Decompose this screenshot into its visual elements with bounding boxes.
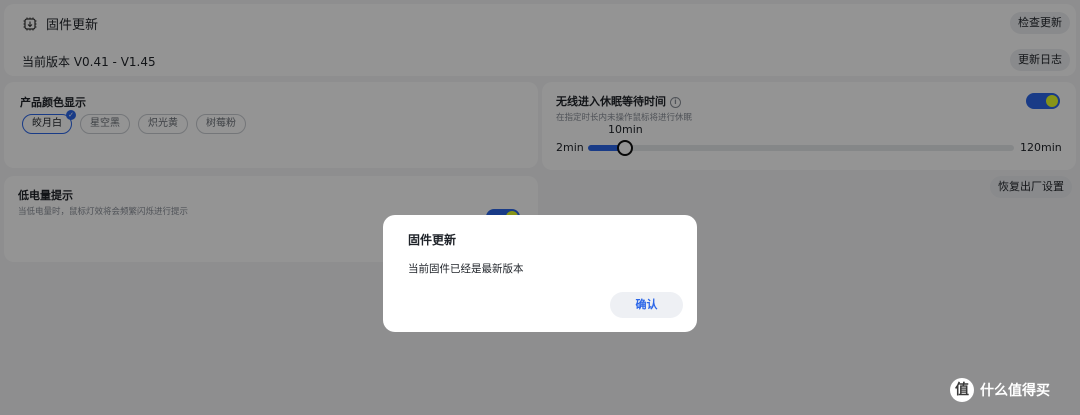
firmware-dialog: 固件更新 当前固件已经是最新版本 确认 xyxy=(383,215,697,332)
watermark-text: 什么值得买 xyxy=(980,383,1050,399)
confirm-button[interactable]: 确认 xyxy=(610,292,683,318)
dialog-message: 当前固件已经是最新版本 xyxy=(408,263,524,275)
dialog-title: 固件更新 xyxy=(408,233,457,247)
watermark-logo: 值 xyxy=(950,378,974,402)
watermark: 值 什么值得买 xyxy=(950,378,1050,402)
modal-overlay[interactable] xyxy=(0,0,1080,415)
